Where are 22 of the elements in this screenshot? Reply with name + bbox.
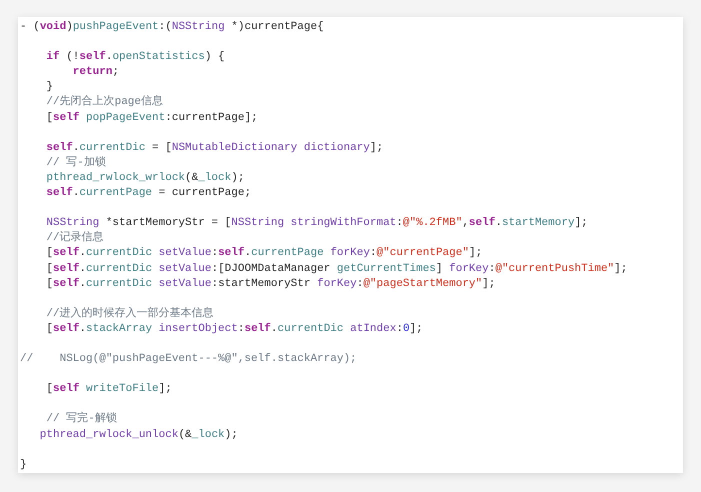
code-line: //记录信息: [45, 231, 105, 246]
code-line: - (void)pushPageEvent:(NSString *)currentPage{: [20, 20, 325, 35]
code-line: [self writeToFile];: [45, 382, 173, 398]
code-line: //进入的时候存入一部分基本信息: [45, 306, 215, 322]
code-line: //先闭合上次page信息: [45, 95, 164, 110]
code-line: self.currentDic = [NSMutableDictionary dictionary];: [45, 140, 384, 156]
code-line: [self.currentDic setValue:[DJOOMDataManager getCurrentTimes] forKey:@"currentPushTime"];: [45, 262, 628, 276]
code-line: if (!self.openStatistics) {: [45, 50, 226, 66]
code-line: pthread_rwlock_unlock(&_lock);: [38, 428, 239, 443]
code-line: }: [45, 80, 54, 96]
code-line: [self.currentDic setValue:self.currentPage forKey:@"currentPage"];: [45, 246, 484, 262]
code-line: // 写完-解锁: [45, 412, 118, 428]
code-line: return;: [72, 65, 120, 80]
code-line: [self popPageEvent:currentPage];: [45, 110, 259, 126]
code-line: // 写-加锁: [45, 156, 107, 171]
code-line: pthread_rwlock_wrlock(&_lock);: [45, 170, 246, 186]
code-line: }: [20, 458, 28, 473]
code-line: self.currentPage = currentPage;: [45, 186, 252, 202]
code-line: [self.currentDic setValue:startMemoryStr forKey:@"pageStartMemory"];: [45, 276, 496, 292]
code-line: NSString *startMemoryStr = [NSString stringWithFormat:@"%.2fMB",self.startMemory];: [45, 216, 589, 231]
code-line: // NSLog(@"pushPageEvent---%@",self.stackArray);: [20, 352, 358, 368]
code-line: [self.stackArray insertObject:self.currentDic atIndex:0];: [45, 322, 424, 337]
